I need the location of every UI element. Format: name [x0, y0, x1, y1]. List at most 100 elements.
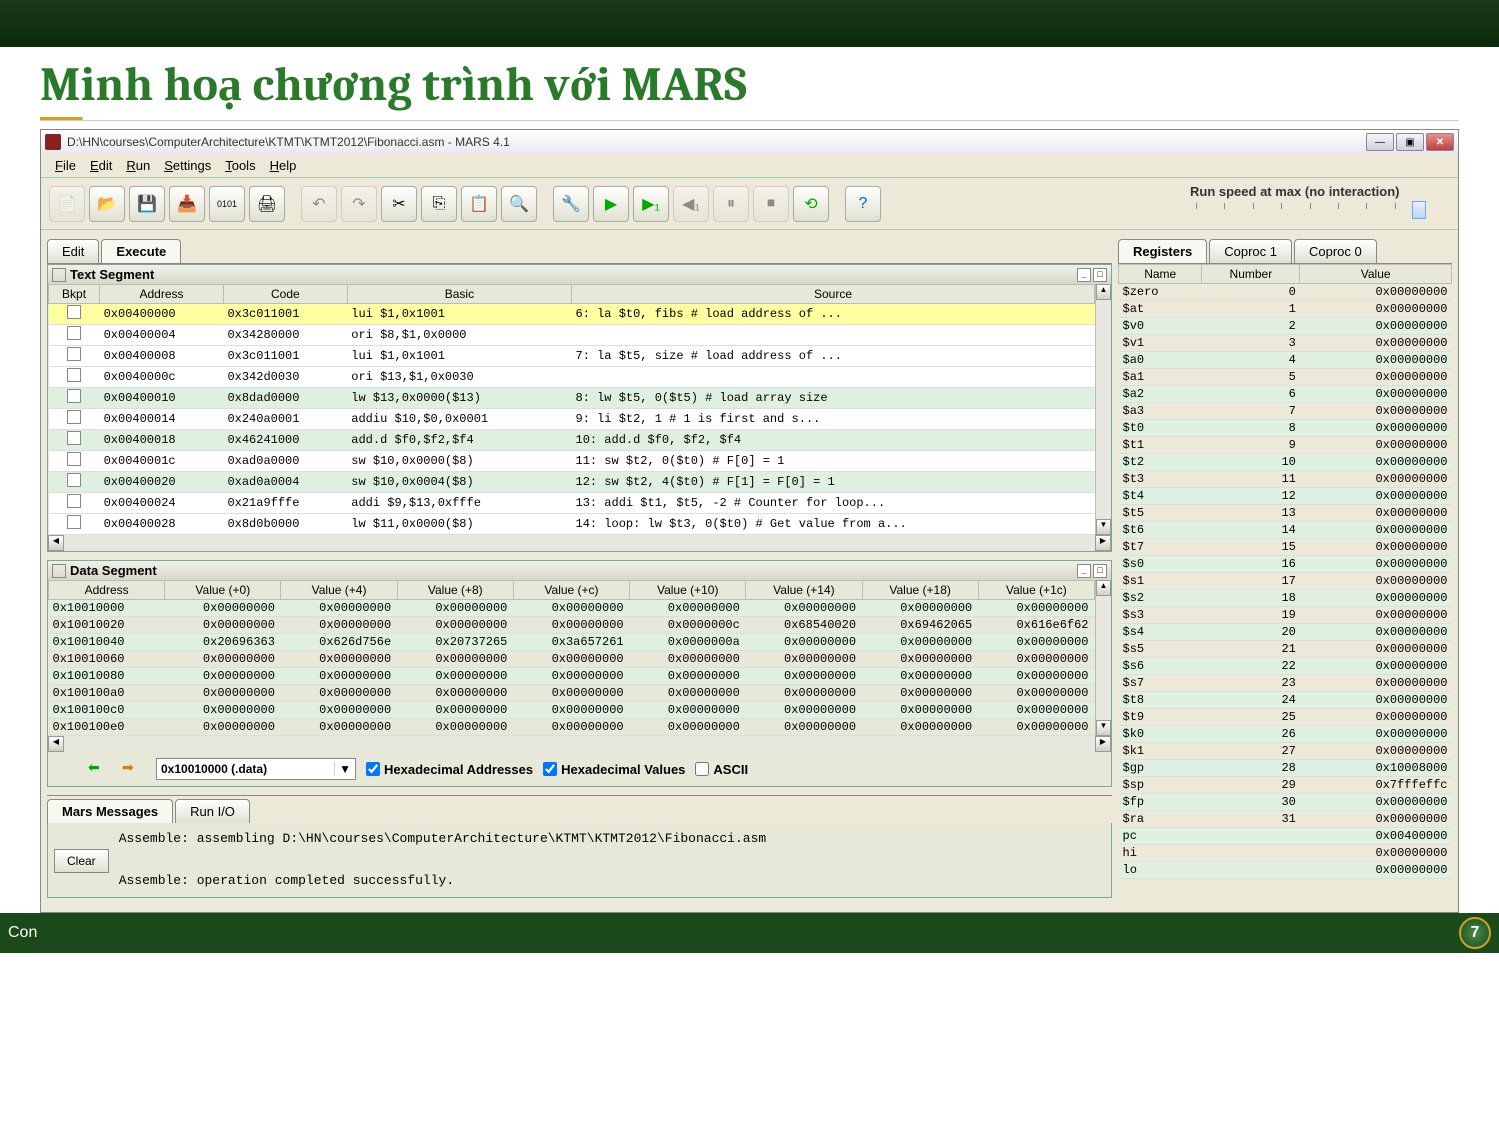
- scroll-down-icon[interactable]: ▼: [1096, 519, 1111, 535]
- text-seg-row[interactable]: 0x004000180x46241000add.d $f0,$f2,$f4 10…: [49, 430, 1095, 451]
- breakpoint-checkbox[interactable]: [67, 389, 81, 403]
- slider-thumb[interactable]: [1412, 201, 1426, 219]
- find-icon[interactable]: 🔍: [501, 186, 537, 222]
- register-row[interactable]: $s0160x00000000: [1119, 556, 1452, 573]
- register-row[interactable]: $s6220x00000000: [1119, 658, 1452, 675]
- minimize-panel-icon[interactable]: _: [1077, 268, 1091, 282]
- assemble-icon[interactable]: 🔧: [553, 186, 589, 222]
- data-seg-row[interactable]: 0x100100a00x000000000x000000000x00000000…: [49, 685, 1095, 702]
- register-row[interactable]: $ra310x00000000: [1119, 811, 1452, 828]
- stop-icon[interactable]: ⏹: [753, 186, 789, 222]
- close-button[interactable]: ✕: [1426, 133, 1454, 151]
- run-speed-slider[interactable]: [1190, 203, 1430, 223]
- save-as-icon[interactable]: 📥: [169, 186, 205, 222]
- register-row[interactable]: $s2180x00000000: [1119, 590, 1452, 607]
- new-file-icon[interactable]: 📄: [49, 186, 85, 222]
- menu-file[interactable]: File: [49, 156, 82, 175]
- menu-run[interactable]: Run: [120, 156, 156, 175]
- register-row[interactable]: $t080x00000000: [1119, 420, 1452, 437]
- redo-icon[interactable]: ↷: [341, 186, 377, 222]
- step-back-icon[interactable]: ◀₁: [673, 186, 709, 222]
- cut-icon[interactable]: ✂: [381, 186, 417, 222]
- register-row[interactable]: lo0x00000000: [1119, 862, 1452, 879]
- text-seg-row[interactable]: 0x004000100x8dad0000lw $13,0x0000($13) 8…: [49, 388, 1095, 409]
- register-row[interactable]: $v020x00000000: [1119, 318, 1452, 335]
- register-row[interactable]: $a260x00000000: [1119, 386, 1452, 403]
- text-seg-row[interactable]: 0x004000200xad0a0004sw $10,0x0004($8) 12…: [49, 472, 1095, 493]
- text-seg-row[interactable]: 0x0040000c0x342d0030ori $13,$1,0x0030: [49, 367, 1095, 388]
- register-row[interactable]: $fp300x00000000: [1119, 794, 1452, 811]
- register-row[interactable]: $a040x00000000: [1119, 352, 1452, 369]
- tab-run-io[interactable]: Run I/O: [175, 799, 250, 823]
- breakpoint-checkbox[interactable]: [67, 368, 81, 382]
- hex-addr-input[interactable]: [366, 762, 380, 776]
- register-row[interactable]: $t7150x00000000: [1119, 539, 1452, 556]
- breakpoint-checkbox[interactable]: [67, 326, 81, 340]
- register-row[interactable]: $s7230x00000000: [1119, 675, 1452, 692]
- register-row[interactable]: $s5210x00000000: [1119, 641, 1452, 658]
- register-row[interactable]: pc0x00400000: [1119, 828, 1452, 845]
- data-seg-row[interactable]: 0x100100000x000000000x000000000x00000000…: [49, 600, 1095, 617]
- data-seg-vscroll[interactable]: ▲ ▼: [1095, 580, 1111, 736]
- help-icon[interactable]: ?: [845, 186, 881, 222]
- register-row[interactable]: $t4120x00000000: [1119, 488, 1452, 505]
- menu-settings[interactable]: Settings: [158, 156, 217, 175]
- hex-values-checkbox[interactable]: Hexadecimal Values: [543, 762, 685, 777]
- tab-mars-messages[interactable]: Mars Messages: [47, 799, 173, 823]
- maximize-panel-icon[interactable]: □: [1093, 268, 1107, 282]
- tab-execute[interactable]: Execute: [101, 239, 181, 263]
- register-row[interactable]: $zero00x00000000: [1119, 284, 1452, 301]
- menu-edit[interactable]: Edit: [84, 156, 118, 175]
- address-range-combo[interactable]: 0x10010000 (.data) ▼: [156, 758, 356, 780]
- breakpoint-checkbox[interactable]: [67, 473, 81, 487]
- data-seg-row[interactable]: 0x100100200x000000000x000000000x00000000…: [49, 617, 1095, 634]
- register-row[interactable]: $at10x00000000: [1119, 301, 1452, 318]
- register-row[interactable]: $s4200x00000000: [1119, 624, 1452, 641]
- text-seg-row[interactable]: 0x004000140x240a0001addiu $10,$0,0x0001 …: [49, 409, 1095, 430]
- data-seg-row[interactable]: 0x100100400x206963630x626d756e0x20737265…: [49, 634, 1095, 651]
- run-icon[interactable]: ▶: [593, 186, 629, 222]
- register-row[interactable]: $t9250x00000000: [1119, 709, 1452, 726]
- tab-edit[interactable]: Edit: [47, 239, 99, 263]
- copy-icon[interactable]: ⎘: [421, 186, 457, 222]
- minimize-panel-icon[interactable]: _: [1077, 564, 1091, 578]
- hex-addresses-checkbox[interactable]: Hexadecimal Addresses: [366, 762, 533, 777]
- text-seg-row[interactable]: 0x004000240x21a9fffeaddi $9,$13,0xfffe 1…: [49, 493, 1095, 514]
- scroll-left-icon[interactable]: ◀: [48, 736, 64, 752]
- save-icon[interactable]: 💾: [129, 186, 165, 222]
- text-seg-vscroll[interactable]: ▲ ▼: [1095, 284, 1111, 535]
- register-row[interactable]: $k0260x00000000: [1119, 726, 1452, 743]
- breakpoint-checkbox[interactable]: [67, 305, 81, 319]
- prev-address-button[interactable]: ⬅: [88, 759, 112, 779]
- pause-icon[interactable]: ⏸: [713, 186, 749, 222]
- tab-coproc0[interactable]: Coproc 0: [1294, 239, 1377, 263]
- data-seg-hscroll[interactable]: ◀ ▶: [48, 736, 1111, 752]
- register-row[interactable]: $v130x00000000: [1119, 335, 1452, 352]
- breakpoint-checkbox[interactable]: [67, 347, 81, 361]
- register-row[interactable]: $t8240x00000000: [1119, 692, 1452, 709]
- register-row[interactable]: $a370x00000000: [1119, 403, 1452, 420]
- ascii-input[interactable]: [695, 762, 709, 776]
- ascii-checkbox[interactable]: ASCII: [695, 762, 748, 777]
- breakpoint-checkbox[interactable]: [67, 452, 81, 466]
- register-row[interactable]: $t2100x00000000: [1119, 454, 1452, 471]
- text-seg-row[interactable]: 0x004000000x3c011001lui $1,0x1001 6: la …: [49, 304, 1095, 325]
- reset-icon[interactable]: ⟲: [793, 186, 829, 222]
- dump-memory-icon[interactable]: 0101: [209, 186, 245, 222]
- tab-coproc1[interactable]: Coproc 1: [1209, 239, 1292, 263]
- register-row[interactable]: $t5130x00000000: [1119, 505, 1452, 522]
- register-row[interactable]: $sp290x7fffeffc: [1119, 777, 1452, 794]
- register-row[interactable]: hi0x00000000: [1119, 845, 1452, 862]
- breakpoint-checkbox[interactable]: [67, 515, 81, 529]
- undo-icon[interactable]: ↶: [301, 186, 337, 222]
- register-row[interactable]: $s1170x00000000: [1119, 573, 1452, 590]
- menu-tools[interactable]: Tools: [219, 156, 261, 175]
- register-row[interactable]: $t3110x00000000: [1119, 471, 1452, 488]
- register-row[interactable]: $gp280x10008000: [1119, 760, 1452, 777]
- register-row[interactable]: $a150x00000000: [1119, 369, 1452, 386]
- scroll-right-icon[interactable]: ▶: [1095, 535, 1111, 551]
- minimize-button[interactable]: —: [1366, 133, 1394, 151]
- register-row[interactable]: $k1270x00000000: [1119, 743, 1452, 760]
- breakpoint-checkbox[interactable]: [67, 494, 81, 508]
- text-seg-row[interactable]: 0x0040001c0xad0a0000sw $10,0x0000($8) 11…: [49, 451, 1095, 472]
